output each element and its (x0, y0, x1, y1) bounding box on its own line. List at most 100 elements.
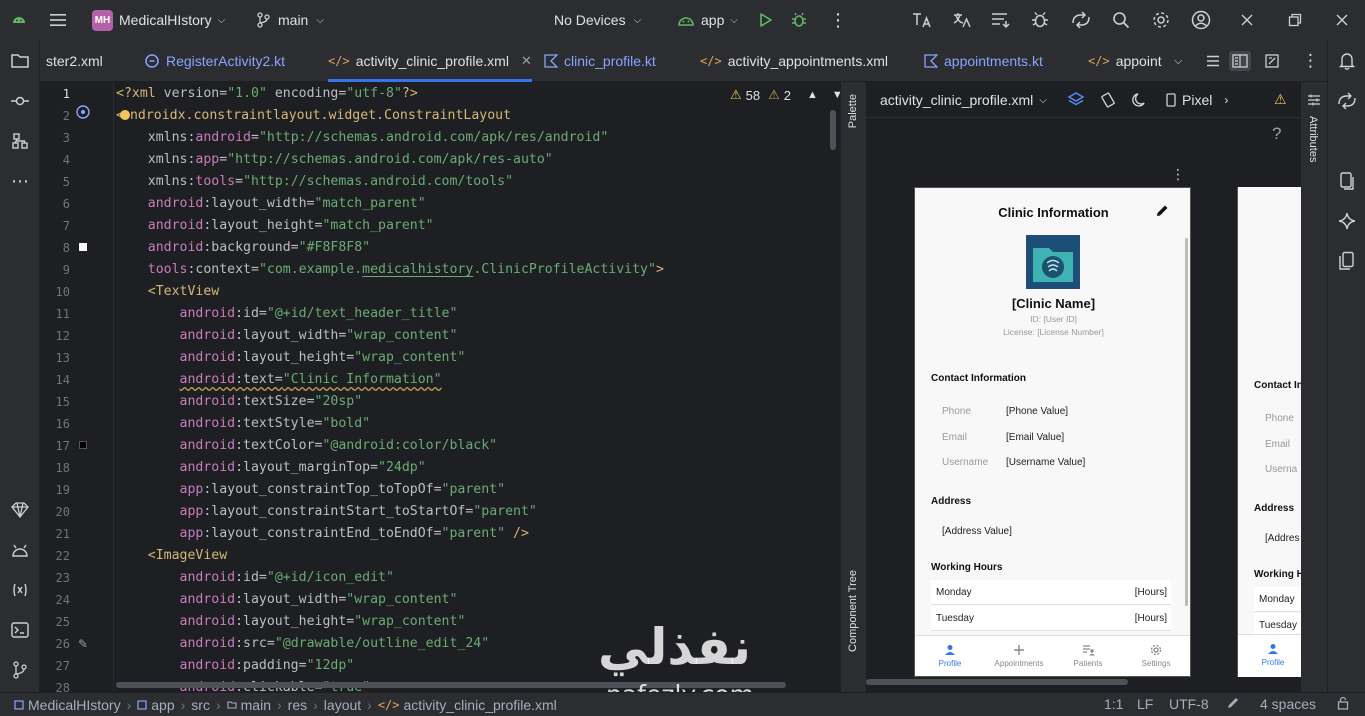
code-view-icon[interactable] (1206, 40, 1220, 82)
line-separator[interactable]: LF (1137, 696, 1153, 712)
file-encoding[interactable]: UTF-8 (1169, 696, 1209, 712)
lock-icon[interactable] (1337, 696, 1349, 713)
split-view-icon[interactable] (1229, 40, 1251, 82)
line-number: 8 (62, 241, 70, 255)
palette-toggle[interactable]: Palette (847, 94, 859, 128)
design-horizontal-scrollbar[interactable] (866, 679, 1128, 685)
run-config-selector[interactable]: app ⌵ (677, 0, 738, 40)
device-preview-selector[interactable]: Pixel › (1166, 92, 1228, 108)
more-tools-icon[interactable]: ⋯ (0, 165, 40, 197)
night-mode-icon[interactable] (1131, 91, 1149, 112)
branch-selector[interactable]: main ⌵ (256, 0, 324, 40)
project-folder-icon[interactable] (0, 45, 40, 77)
tab-appointments-kt[interactable]: appointments.kt (924, 40, 1043, 82)
tabs-overflow-chevron-icon[interactable]: ⌵ (1174, 40, 1182, 82)
nav-item-appointments[interactable]: Appointments (987, 644, 1051, 668)
design-view-icon[interactable] (1265, 40, 1279, 82)
breadcrumb-layout[interactable]: layout (324, 697, 361, 713)
tab-appointments-xml[interactable]: </> appoint (1088, 40, 1174, 82)
version-control-icon[interactable] (0, 654, 40, 686)
notifications-icon[interactable] (1327, 45, 1365, 77)
settings-gear-icon[interactable] (1151, 0, 1171, 40)
tab-clinic-profile-kt[interactable]: clinic_profile.kt (544, 40, 656, 82)
gutter-kotlin-icon[interactable] (75, 104, 91, 123)
debug-icon[interactable] (790, 0, 808, 40)
tab-label: ster2.xml (46, 53, 103, 69)
sync-gradle-icon[interactable] (1070, 0, 1092, 40)
nav-item-settings[interactable]: Settings (1131, 644, 1181, 668)
structure-icon[interactable] (0, 125, 40, 157)
code-line: android:layout_height="wrap_content" (179, 350, 466, 365)
device-selector[interactable]: No Devices ⌵ (554, 0, 641, 40)
warning-icon[interactable]: ⚠ (1274, 91, 1287, 108)
gem-icon[interactable] (0, 494, 40, 526)
vertical-scrollbar[interactable] (830, 110, 836, 150)
breadcrumb-file[interactable]: </> activity_clinic_profile.xml (378, 697, 557, 713)
more-actions-icon[interactable]: ⋮ (829, 0, 847, 40)
breadcrumb-app[interactable]: app (137, 697, 175, 713)
indent-setting[interactable]: 4 spaces (1260, 696, 1316, 712)
translate-icon[interactable] (911, 0, 931, 40)
layout-preview-phone-blueprint[interactable]: Contact In Phone Email Userna Address [A… (1237, 187, 1301, 677)
caret-position[interactable]: 1:1 (1104, 696, 1123, 712)
gemini-sparkle-icon[interactable] (1327, 205, 1365, 237)
gutter-pencil-icon[interactable]: ✎ (78, 637, 88, 651)
line-number: 10 (55, 285, 70, 299)
close-window-icon[interactable] (1335, 0, 1349, 40)
sync-list-icon[interactable] (990, 0, 1010, 40)
attributes-toggle[interactable]: Attributes (1307, 116, 1319, 162)
orientation-icon[interactable] (1099, 91, 1117, 112)
email-value: [Email Value] (1006, 432, 1065, 443)
chevron-down-icon: ⌵ (730, 14, 738, 26)
breadcrumb-res[interactable]: res (288, 697, 307, 713)
layout-preview-phone[interactable]: Clinic Information [Clinic Name] ID: [Us… (914, 187, 1191, 677)
gradle-sync-icon[interactable] (1327, 85, 1365, 117)
bug-report-icon[interactable] (1030, 0, 1050, 40)
account-icon[interactable] (1191, 0, 1211, 40)
tab-label: RegisterActivity2.kt (166, 53, 286, 69)
nav-item-profile[interactable]: Profile (1248, 643, 1298, 667)
edit-config-icon[interactable] (1226, 696, 1240, 713)
device-manager-icon[interactable] (1327, 165, 1365, 197)
component-tree-toggle[interactable]: Component Tree (847, 570, 859, 652)
layout-file-selector[interactable]: activity_clinic_profile.xml ⌵ (880, 92, 1047, 108)
preview-options-icon[interactable]: ⋮ (1171, 166, 1185, 183)
next-highlight-icon[interactable]: ▼ (832, 89, 840, 101)
breadcrumb-project[interactable]: MedicalHIstory (14, 697, 121, 713)
gutter-color-swatch[interactable] (79, 243, 87, 251)
tab-options-icon[interactable]: ⋮ (1302, 40, 1319, 82)
code-line: tools:context="com.example.medicalhistor… (147, 262, 664, 277)
minimize-icon[interactable] (1240, 0, 1254, 40)
tab-register-activity2-kt[interactable]: RegisterActivity2.kt (144, 40, 285, 82)
terminal-icon[interactable] (0, 614, 40, 646)
breadcrumb-main[interactable]: main (227, 697, 271, 713)
commit-icon[interactable] (0, 85, 40, 117)
edit-pencil-icon[interactable] (1155, 204, 1169, 221)
tab-register2-xml[interactable]: ster2.xml (46, 40, 103, 82)
line-number: 14 (55, 373, 70, 387)
run-icon[interactable] (757, 0, 773, 40)
close-tab-icon[interactable]: ✕ (521, 53, 532, 69)
main-menu-icon[interactable] (48, 0, 68, 40)
running-devices-icon[interactable] (1327, 245, 1365, 277)
breadcrumb-src[interactable]: src (191, 697, 210, 713)
tab-activity-appointments-xml[interactable]: </> activity_appointments.xml (700, 40, 888, 82)
search-icon[interactable] (1112, 0, 1130, 40)
help-icon[interactable]: ? (1272, 124, 1281, 144)
logcat-icon[interactable] (0, 574, 40, 606)
inspection-widget[interactable]: ⚠ 58 ⚠ 2 ▲ ▼ (730, 87, 840, 103)
nav-item-patients[interactable]: Patients (1063, 644, 1113, 668)
app-inspection-icon[interactable] (0, 534, 40, 566)
title-bar: MH MedicalHIstory ⌵ main ⌵ No Devices ⌵ … (0, 0, 1365, 40)
previous-highlight-icon[interactable]: ▲ (807, 89, 818, 101)
nav-item-profile[interactable]: Profile (925, 644, 975, 668)
intention-bulb-icon[interactable] (119, 110, 130, 120)
language-icon[interactable] (952, 0, 972, 40)
gutter-color-swatch[interactable] (79, 441, 87, 449)
tab-activity-clinic-profile-xml[interactable]: </> activity_clinic_profile.xml ✕ (328, 40, 532, 82)
attributes-icon[interactable] (1307, 94, 1321, 109)
restore-window-icon[interactable] (1288, 0, 1302, 40)
code-editor[interactable]: 1 2 3 4 5 6 7 8 9 10 11 12 13 14 15 16 17 18 19 20 21 22 23 24 2… (40, 82, 840, 692)
layers-icon[interactable] (1067, 91, 1085, 112)
project-selector[interactable]: MH MedicalHIstory ⌵ (92, 0, 225, 40)
